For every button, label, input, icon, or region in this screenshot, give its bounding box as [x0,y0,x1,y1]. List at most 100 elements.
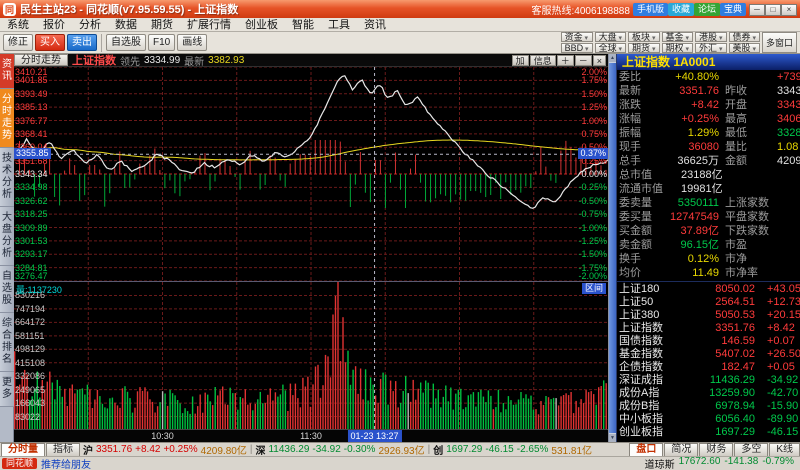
market-value: 1697.29 [446,444,482,455]
menu-item-智能[interactable]: 智能 [285,18,321,32]
global-button[interactable]: 全球 ▾ [595,43,626,53]
f10-button[interactable]: F10 [148,34,175,51]
tab-minute-volume[interactable]: 分时量 [1,443,45,456]
menu-item-期货[interactable]: 期货 [144,18,180,32]
quote-panel-title: 上证指数 1A0001 [617,54,800,70]
index-name: 基金指数 [617,348,679,361]
minimize-button[interactable]: ─ [749,4,765,16]
tab-profile[interactable]: 简况 [664,443,698,456]
stat-label [719,70,775,84]
fund-button[interactable]: 基金 ▾ [662,32,693,42]
zoom-in-button[interactable]: ＋ [557,55,574,66]
stat-value: 1.29% [657,126,719,140]
index-row[interactable]: 创业板指1697.29-46.15 [617,426,800,439]
sidebar-item-technical[interactable]: 技术分析 [0,148,14,207]
titlebar-button-论坛[interactable]: 论坛 [694,3,720,16]
futures-button[interactable]: 期货 ▾ [628,43,659,53]
close-button[interactable]: × [781,4,797,16]
menu-item-系统[interactable]: 系统 [0,18,36,32]
index-row[interactable]: 上证1808050.02+43.05 [617,283,800,296]
index-row[interactable]: 企债指数182.47+0.05 [617,361,800,374]
main-area: 资讯分时走势技术分析大盘分析自选股综合排名更多 分时走势 上证指数 领先 333… [0,54,800,442]
stat-value [775,238,800,252]
index-row[interactable]: 成份A指13259.90-42.70 [617,387,800,400]
tab-long-short[interactable]: 多空 [734,443,768,456]
index-row[interactable]: 上证3805050.53+20.15 [617,309,800,322]
info-button[interactable]: 信息 [530,55,556,66]
scroll-up-icon[interactable]: ▲ [609,54,616,62]
titlebar-button-手机版[interactable]: 手机版 [633,3,668,16]
funds-button[interactable]: 资金 ▾ [561,32,593,42]
menu-item-工具[interactable]: 工具 [321,18,357,32]
sector-button[interactable]: 板块 ▾ [628,32,659,42]
stat-label: 最高 [719,112,775,126]
bbd-button[interactable]: BBD ▾ [561,43,593,53]
tab-order-book[interactable]: 盘口 [629,443,663,456]
drawline-button[interactable]: 画线 [177,34,207,51]
chevron-down-icon: ▾ [717,35,722,42]
menu-item-分析[interactable]: 分析 [72,18,108,32]
index-row[interactable]: 国债指数146.59+0.07 [617,335,800,348]
sidebar-item-watchlist[interactable]: 自选股 [0,266,14,313]
sell-button[interactable]: 卖出 [67,34,97,51]
scrollbar-thumb[interactable] [609,63,616,433]
tab-kline[interactable]: K线 [769,443,800,456]
stat-value: 3328.31 [775,126,800,140]
maximize-button[interactable]: □ [765,4,781,16]
market-button[interactable]: 大盘 ▾ [595,32,626,42]
index-row[interactable]: 中小板指6056.40-89.90 [617,413,800,426]
tab-finance[interactable]: 财务 [699,443,733,456]
titlebar-button-宝典[interactable]: 宝典 [720,3,746,16]
tab-minute-chart-header[interactable]: 分时走势 [14,54,68,66]
index-name: 上证380 [617,309,679,322]
index-row[interactable]: 上证502564.51+12.73 [617,296,800,309]
tab-indicator[interactable]: 指标 [46,443,80,456]
menu-item-报价[interactable]: 报价 [36,18,72,32]
stat-label: 卖金额 [617,238,657,252]
us-button[interactable]: 美股 ▾ [729,43,760,53]
range-button[interactable]: 区间 [582,283,606,294]
menu-item-数据[interactable]: 数据 [108,18,144,32]
zoom-out-button[interactable]: － [575,55,592,66]
sidebar-item-news[interactable]: 资讯 [0,54,14,89]
stat-label: 昨收 [719,84,775,98]
quote-stat-row: 委买量12747549平盘家数 [617,210,800,224]
market-value: 11436.29 [268,444,309,455]
scroll-down-icon[interactable]: ▼ [609,434,616,442]
menu-item-扩展行情[interactable]: 扩展行情 [180,18,238,32]
menu-item-创业板[interactable]: 创业板 [238,18,285,32]
sidebar-item-minute[interactable]: 分时走势 [0,89,14,148]
index-row[interactable]: 基金指数5407.02+26.50 [617,348,800,361]
index-change: -42.70 [755,387,800,400]
vertical-scrollbar[interactable]: ▲ ▼ [608,54,616,442]
options-button[interactable]: 期权 ▾ [662,43,693,53]
market-pct: +0.25% [163,444,197,455]
menu-item-资讯[interactable]: 资讯 [357,18,393,32]
overlay-button[interactable]: 加 [512,55,529,66]
recommend-link[interactable]: 推荐给朋友 [41,456,91,470]
index-row[interactable]: 上证指数3351.76+8.42 [617,322,800,335]
price-pane[interactable]: 3410.212.00%3401.851.75%3393.491.50%3385… [14,67,608,281]
volume-pane[interactable]: 量:1137230 区间 830216747194664172581151498… [14,281,608,429]
ths-logo[interactable]: 同花顺 [2,458,37,469]
correct-button[interactable]: 修正 [3,34,33,51]
quote-stat-row: 买金额37.89亿下跌家数 [617,224,800,238]
watchlist-button[interactable]: 自选股 [106,34,146,51]
toolbar-pair: 板块 ▾期货 ▾ [628,32,659,53]
stat-label: 最新 [617,84,657,98]
sidebar-item-ranking[interactable]: 综合排名 [0,313,14,372]
titlebar-button-收藏[interactable]: 收藏 [668,3,694,16]
sidebar-item-more[interactable]: 更多 [0,372,14,407]
stat-label: 涨幅 [617,112,657,126]
index-row[interactable]: 深证成指11436.29-34.92 [617,374,800,387]
multi-window-button[interactable]: 多窗口 [762,32,797,53]
sidebar-item-market[interactable]: 大盘分析 [0,207,14,266]
bond-button[interactable]: 债券 ▾ [729,32,760,42]
stat-value: 37.89亿 [657,224,719,238]
index-row[interactable]: 成份B指6978.94-15.90 [617,400,800,413]
stat-value [775,224,800,238]
buy-button[interactable]: 买入 [35,34,65,51]
close-chart-button[interactable]: × [593,55,606,66]
forex-button[interactable]: 外汇 ▾ [695,43,726,53]
hk-button[interactable]: 港股 ▾ [695,32,726,42]
